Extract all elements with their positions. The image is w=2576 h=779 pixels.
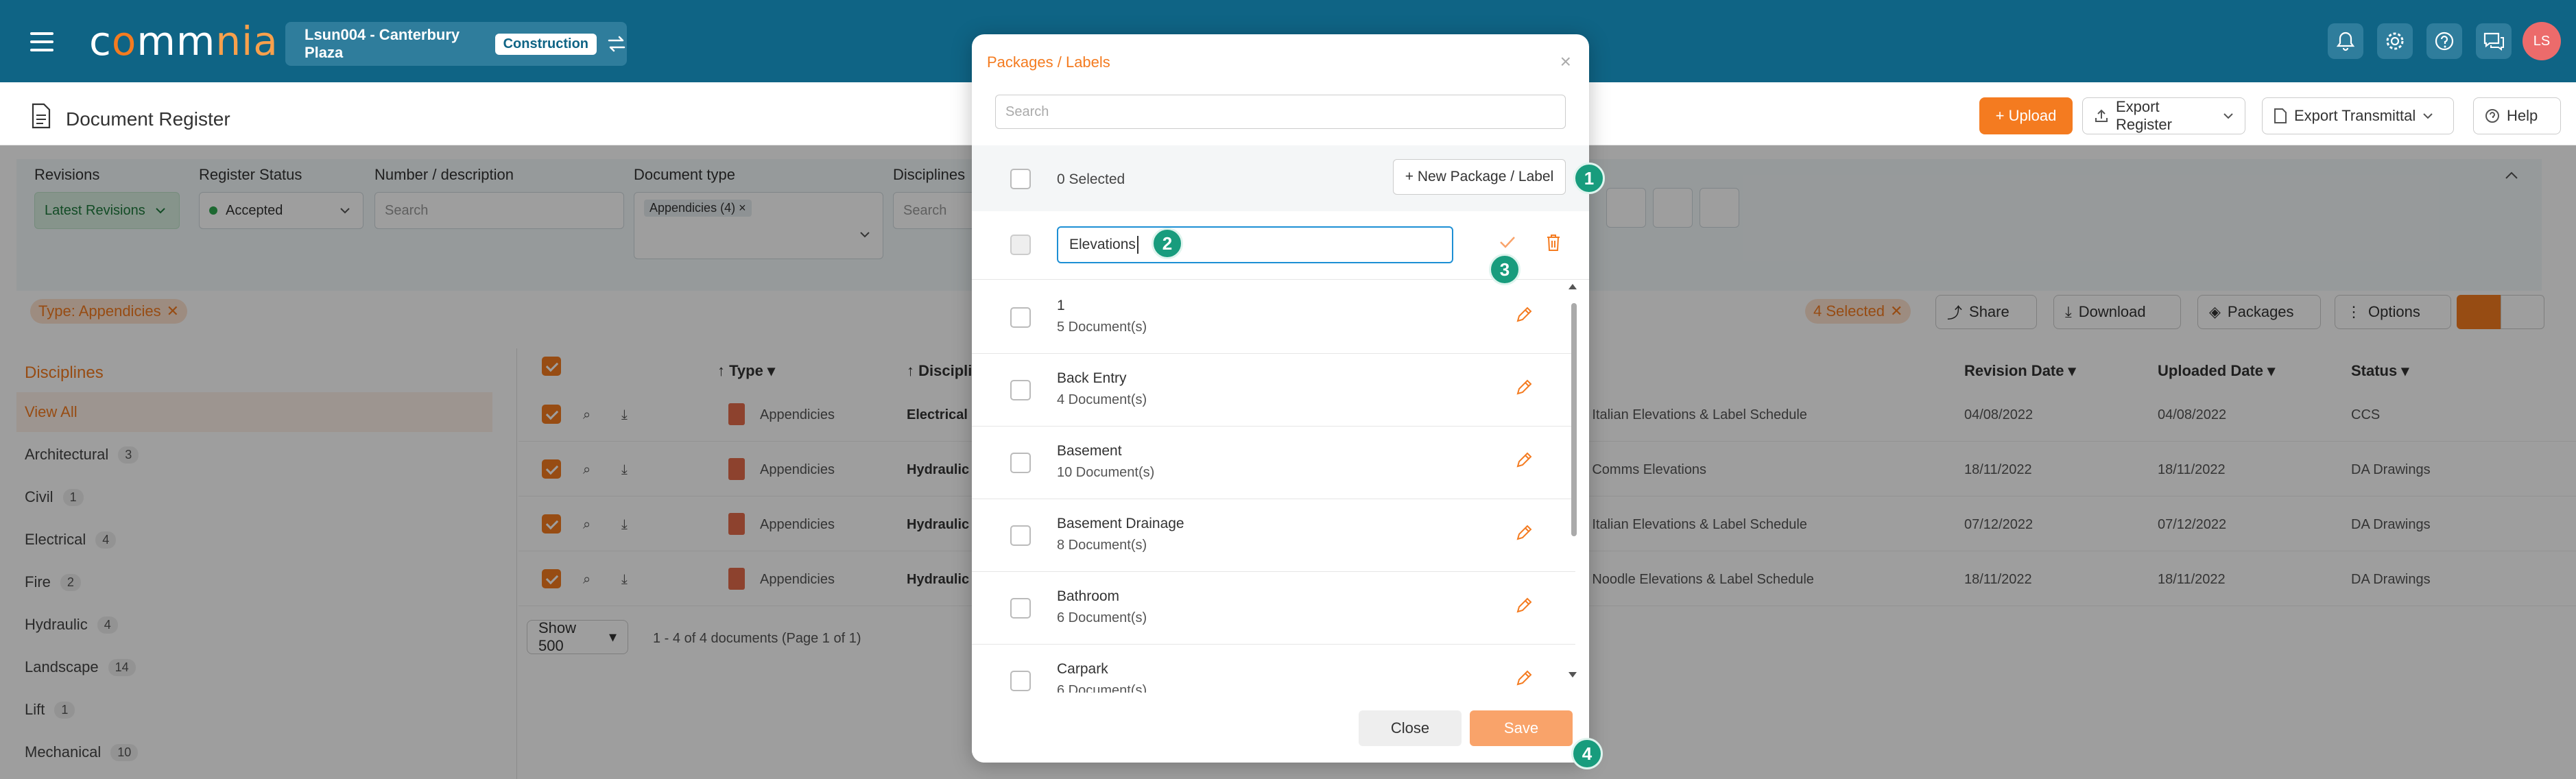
scroll-down-icon[interactable] bbox=[1567, 671, 1578, 679]
list-item[interactable]: Carpark 6 Document(s) bbox=[972, 645, 1575, 693]
modal-footer: Close Save bbox=[972, 698, 1589, 763]
upload-button[interactable]: + Upload bbox=[1979, 97, 2073, 134]
item-count: 10 Document(s) bbox=[1057, 465, 1155, 480]
close-button[interactable]: Close bbox=[1359, 710, 1462, 746]
chevron-down-icon bbox=[2223, 112, 2234, 119]
item-checkbox[interactable] bbox=[1010, 598, 1031, 619]
item-name: Basement bbox=[1057, 443, 1122, 459]
item-count: 4 Document(s) bbox=[1057, 392, 1147, 407]
scroll-up-icon[interactable] bbox=[1567, 283, 1578, 291]
help-icon bbox=[2485, 108, 2500, 123]
menu-icon[interactable] bbox=[30, 32, 53, 51]
step-marker-2: 2 bbox=[1152, 228, 1183, 259]
item-checkbox[interactable] bbox=[1010, 453, 1031, 473]
modal-title: Packages / Labels bbox=[987, 53, 1110, 71]
item-name: Bathroom bbox=[1057, 588, 1120, 604]
export-register-button[interactable]: Export Register bbox=[2082, 97, 2245, 134]
pencil-icon[interactable] bbox=[1515, 451, 1533, 469]
list-item[interactable]: Back Entry 4 Document(s) bbox=[972, 354, 1575, 427]
chevron-down-icon bbox=[2422, 112, 2433, 119]
upload-icon bbox=[2094, 108, 2109, 123]
logo[interactable]: commnia bbox=[89, 19, 278, 63]
pencil-icon[interactable] bbox=[1515, 379, 1533, 396]
scrollbar[interactable] bbox=[1571, 303, 1577, 536]
help-icon[interactable] bbox=[2426, 23, 2462, 59]
item-name: Basement Drainage bbox=[1057, 516, 1184, 531]
step-marker-1: 1 bbox=[1573, 163, 1605, 194]
project-selector[interactable]: Lsun004 - Canterbury Plaza Construction bbox=[285, 22, 627, 66]
list-item[interactable]: 1 5 Document(s) bbox=[972, 281, 1575, 354]
pencil-icon[interactable] bbox=[1515, 306, 1533, 324]
pencil-icon[interactable] bbox=[1515, 524, 1533, 542]
step-marker-4: 4 bbox=[1571, 738, 1603, 769]
project-badge: Construction bbox=[494, 33, 597, 55]
document-icon bbox=[30, 103, 52, 129]
swap-icon[interactable] bbox=[606, 35, 627, 53]
item-count: 6 Document(s) bbox=[1057, 610, 1147, 625]
item-count: 8 Document(s) bbox=[1057, 538, 1147, 553]
item-checkbox[interactable] bbox=[1010, 671, 1031, 691]
list-item[interactable]: Basement 10 Document(s) bbox=[972, 427, 1575, 499]
export-transmittal-button[interactable]: Export Transmittal bbox=[2262, 97, 2454, 134]
avatar[interactable]: LS bbox=[2523, 22, 2561, 60]
list-item[interactable]: Basement Drainage 8 Document(s) bbox=[972, 499, 1575, 572]
help-button[interactable]: Help bbox=[2473, 97, 2561, 134]
project-name: Lsun004 - Canterbury Plaza bbox=[305, 26, 460, 61]
page-title: Document Register bbox=[66, 108, 230, 130]
trash-icon[interactable] bbox=[1545, 233, 1562, 252]
step-marker-3: 3 bbox=[1489, 254, 1520, 285]
packages-modal: Packages / Labels × 0 Selected + New Pac… bbox=[972, 34, 1589, 763]
item-checkbox[interactable] bbox=[1010, 307, 1031, 328]
package-list: 1 5 Document(s) Back Entry 4 Document(s)… bbox=[972, 281, 1589, 693]
edit-row-checkbox bbox=[1010, 235, 1031, 255]
item-name: 1 bbox=[1057, 298, 1065, 313]
item-name: Back Entry bbox=[1057, 370, 1127, 386]
item-count: 5 Document(s) bbox=[1057, 320, 1147, 335]
check-icon[interactable] bbox=[1499, 235, 1516, 250]
item-checkbox[interactable] bbox=[1010, 525, 1031, 546]
bell-icon[interactable] bbox=[2328, 23, 2363, 59]
save-button[interactable]: Save bbox=[1470, 710, 1573, 746]
new-package-button[interactable]: + New Package / Label bbox=[1393, 159, 1566, 195]
selected-count: 0 Selected bbox=[1057, 171, 1125, 187]
item-checkbox[interactable] bbox=[1010, 380, 1031, 400]
close-icon[interactable]: × bbox=[1560, 51, 1571, 73]
gear-icon[interactable] bbox=[2377, 23, 2413, 59]
pencil-icon[interactable] bbox=[1515, 669, 1533, 687]
document-icon bbox=[2274, 108, 2287, 124]
pencil-icon[interactable] bbox=[1515, 597, 1533, 614]
list-item[interactable]: Bathroom 6 Document(s) bbox=[972, 572, 1575, 645]
item-count: 6 Document(s) bbox=[1057, 683, 1147, 693]
item-name: Carpark bbox=[1057, 661, 1108, 677]
package-name-input[interactable]: Elevations bbox=[1057, 226, 1453, 263]
modal-search-input[interactable] bbox=[995, 95, 1566, 129]
select-all-checkbox[interactable] bbox=[1010, 169, 1031, 189]
chat-icon[interactable] bbox=[2476, 23, 2512, 59]
